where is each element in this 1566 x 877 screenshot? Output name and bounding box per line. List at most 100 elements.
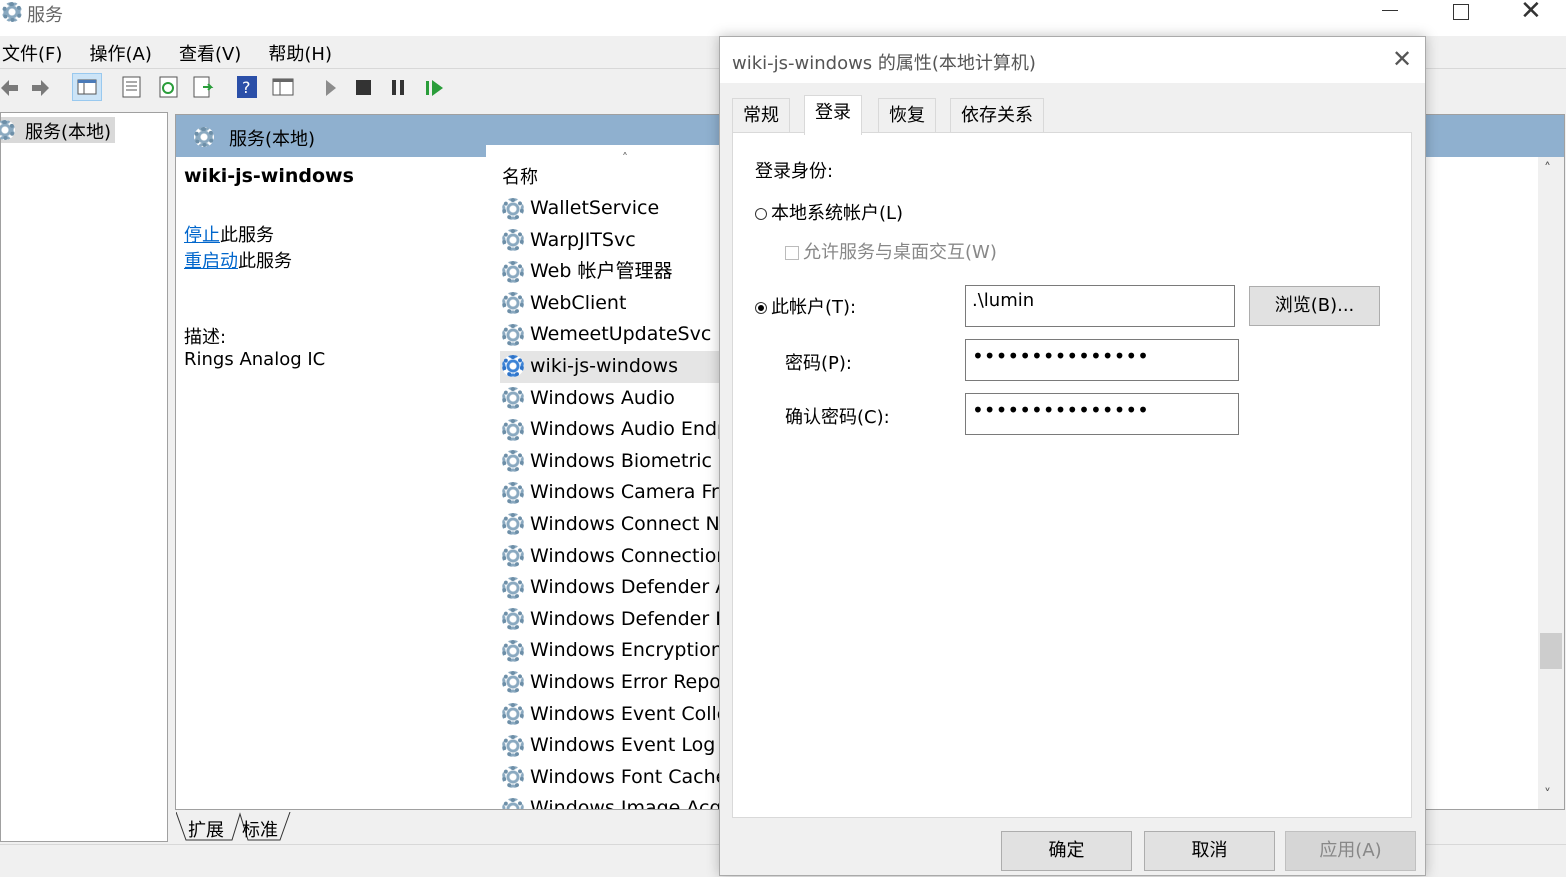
show-hide-tree-icon[interactable] <box>72 73 102 101</box>
start-service-icon[interactable] <box>322 78 340 98</box>
refresh-icon[interactable] <box>157 75 181 99</box>
this-account-radio[interactable] <box>755 302 767 314</box>
service-gear-icon <box>502 639 524 662</box>
service-list-item[interactable]: Windows Image Acquisi <box>500 793 754 809</box>
service-gear-icon <box>502 513 524 536</box>
stop-service-icon[interactable] <box>356 80 371 95</box>
local-system-option[interactable]: 本地系统帐户(L) <box>755 199 903 225</box>
service-gear-icon <box>502 197 524 220</box>
stop-service-link[interactable]: 停止 <box>184 225 220 246</box>
service-list-item[interactable]: Windows Biometric Serv <box>500 446 761 478</box>
restart-line: 重启动此服务 <box>184 247 292 273</box>
scroll-down-icon[interactable]: ˅ <box>1544 787 1551 803</box>
vertical-scrollbar[interactable]: ˄ ˅ <box>1538 157 1564 809</box>
service-gear-icon <box>502 323 524 346</box>
service-list-item[interactable]: Windows Encryption Pro <box>500 635 759 667</box>
services-app-icon <box>2 2 22 22</box>
tab-dependencies[interactable]: 依存关系 <box>950 98 1044 132</box>
service-name-label: WarpJITSvc <box>530 228 636 251</box>
service-list-item[interactable]: Windows Defender Adv <box>500 572 751 604</box>
window-title: 服务 <box>27 5 63 26</box>
service-list-item[interactable]: Web 帐户管理器 <box>500 256 720 288</box>
maximize-icon[interactable] <box>1453 4 1469 20</box>
tree-item-services-local[interactable]: 服务(本地) <box>0 117 115 143</box>
menu-file[interactable]: 文件(F) <box>2 44 62 65</box>
service-name-label: Windows Connect Now <box>530 512 747 535</box>
apply-button[interactable]: 应用(A) <box>1285 831 1416 871</box>
service-list-item[interactable]: Windows Connection M <box>500 541 751 573</box>
service-list-item[interactable]: Windows Audio <box>500 383 720 415</box>
menu-view[interactable]: 查看(V) <box>179 44 241 65</box>
description-value: Rings Analog IC <box>184 349 326 370</box>
cancel-button[interactable]: 取消 <box>1144 831 1275 871</box>
service-list-item[interactable]: Windows Font Cache Se <box>500 762 757 794</box>
service-name-label: WalletService <box>530 197 660 219</box>
password-input[interactable]: ••••••••••••••• <box>965 339 1239 381</box>
service-gear-icon <box>502 576 524 599</box>
dialog-close-icon[interactable]: ✕ <box>1392 45 1412 73</box>
service-list-item[interactable]: Windows Defender Fire <box>500 604 749 636</box>
this-account-option[interactable]: 此帐户(T): <box>755 293 856 319</box>
account-input[interactable]: .\lumin <box>965 285 1235 327</box>
ok-button[interactable]: 确定 <box>1001 831 1132 871</box>
menu-help[interactable]: 帮助(H) <box>268 44 332 65</box>
title-bar: 服务 ✕ <box>0 0 1566 36</box>
tab-logon[interactable]: 登录 <box>804 95 862 135</box>
service-list-item[interactable]: Windows Event Log <box>500 730 720 762</box>
restart-service-icon[interactable] <box>424 78 446 98</box>
stop-line: 停止此服务 <box>184 221 274 247</box>
scroll-up-icon[interactable]: ˄ <box>1544 161 1551 177</box>
close-icon[interactable]: ✕ <box>1520 0 1542 26</box>
restart-service-link[interactable]: 重启动 <box>184 251 238 272</box>
service-gear-icon <box>502 545 524 568</box>
service-list-item[interactable]: WebClient <box>500 288 720 320</box>
service-name-label: Windows Connection M <box>530 544 751 567</box>
dialog-title-bar: wiki-js-windows 的属性(本地计算机) ✕ <box>720 37 1425 83</box>
confirm-password-label: 确认密码(C): <box>785 407 890 428</box>
service-list-item[interactable]: Windows Error Reportin <box>500 667 754 699</box>
tab-extended[interactable]: 扩展 <box>188 816 224 842</box>
service-name-label: WemeetUpdateSvc <box>530 323 712 346</box>
service-list-item[interactable]: Windows Audio Endpoir <box>500 414 754 446</box>
browse-button[interactable]: 浏览(B)... <box>1249 286 1380 326</box>
back-arrow-icon[interactable] <box>0 77 22 99</box>
service-gear-icon <box>502 797 524 809</box>
properties-icon[interactable] <box>120 75 144 99</box>
service-name: wiki-js-windows <box>184 165 354 187</box>
console-view-icon[interactable] <box>271 75 295 99</box>
scrollbar-thumb[interactable] <box>1540 633 1562 669</box>
service-name-label: Windows Defender Adv <box>530 576 752 599</box>
confirm-password-input[interactable]: ••••••••••••••• <box>965 393 1239 435</box>
tab-general[interactable]: 常规 <box>732 98 790 132</box>
export-list-icon[interactable] <box>191 75 215 99</box>
service-list-item[interactable]: WemeetUpdateSvc <box>500 319 720 351</box>
local-system-radio[interactable] <box>755 208 767 220</box>
bottom-tabs: 扩展 标准 <box>176 812 376 842</box>
service-name-label: WebClient <box>530 291 627 314</box>
service-list-item[interactable]: WarpJITSvc <box>500 225 720 257</box>
tree-item-label: 服务(本地) <box>25 122 112 143</box>
allow-desktop-option: 允许服务与桌面交互(W) <box>785 238 997 264</box>
description-label: 描述: <box>184 327 227 348</box>
service-list-item[interactable]: Windows Connect Now <box>500 509 747 541</box>
service-gear-icon <box>502 703 524 725</box>
menu-action[interactable]: 操作(A) <box>90 44 152 65</box>
service-list-item[interactable]: WalletService <box>500 193 720 225</box>
minimize-icon[interactable] <box>1382 10 1398 11</box>
pause-service-icon[interactable] <box>392 80 404 95</box>
properties-dialog: wiki-js-windows 的属性(本地计算机) ✕ 常规 登录 恢复 依存… <box>719 36 1426 876</box>
service-list-item[interactable]: Windows Camera Frame <box>500 477 761 509</box>
service-gear-icon <box>502 355 524 378</box>
svg-text:?: ? <box>242 78 251 97</box>
service-gear-icon <box>502 260 524 283</box>
help-icon[interactable]: ? <box>236 75 258 99</box>
tree-panel: 服务(本地) <box>0 112 168 842</box>
tab-recovery[interactable]: 恢复 <box>878 98 936 132</box>
service-name-label: Windows Audio <box>530 386 675 409</box>
column-header-name[interactable]: 名称 ˄ <box>502 151 722 189</box>
service-list-item[interactable]: wiki-js-windows <box>500 350 720 383</box>
service-list-item[interactable]: Windows Event Collecto <box>500 699 758 731</box>
forward-arrow-icon[interactable] <box>28 77 52 99</box>
service-gear-icon <box>502 481 524 504</box>
tab-standard[interactable]: 标准 <box>242 816 278 842</box>
